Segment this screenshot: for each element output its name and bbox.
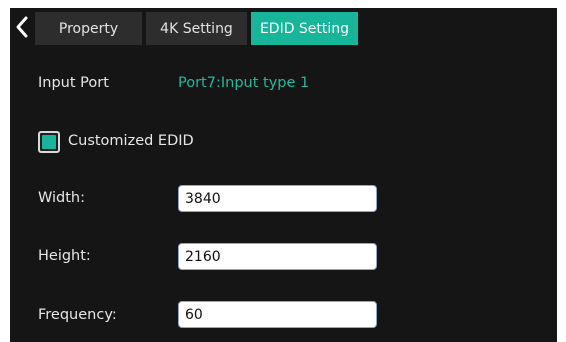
tab-edid-setting[interactable]: EDID Setting (251, 12, 358, 45)
back-button[interactable] (10, 8, 34, 45)
chevron-left-icon (16, 16, 28, 37)
frequency-input[interactable] (178, 301, 377, 328)
customized-edid-checkbox[interactable] (38, 131, 60, 153)
tab-bar: Property 4K Setting EDID Setting (10, 8, 557, 45)
width-input[interactable] (178, 185, 377, 212)
edid-settings-screen: Property 4K Setting EDID Setting Input P… (10, 8, 557, 342)
checkbox-checked-indicator (42, 135, 56, 149)
height-label: Height: (38, 248, 91, 264)
width-label: Width: (38, 190, 86, 206)
input-port-label: Input Port (38, 75, 109, 91)
tab-4k-setting[interactable]: 4K Setting (146, 12, 247, 45)
customized-edid-label[interactable]: Customized EDID (68, 133, 194, 149)
height-input[interactable] (178, 243, 377, 270)
input-port-value: Port7:Input type 1 (178, 75, 310, 91)
tab-property[interactable]: Property (35, 12, 142, 45)
frequency-label: Frequency: (38, 307, 117, 323)
